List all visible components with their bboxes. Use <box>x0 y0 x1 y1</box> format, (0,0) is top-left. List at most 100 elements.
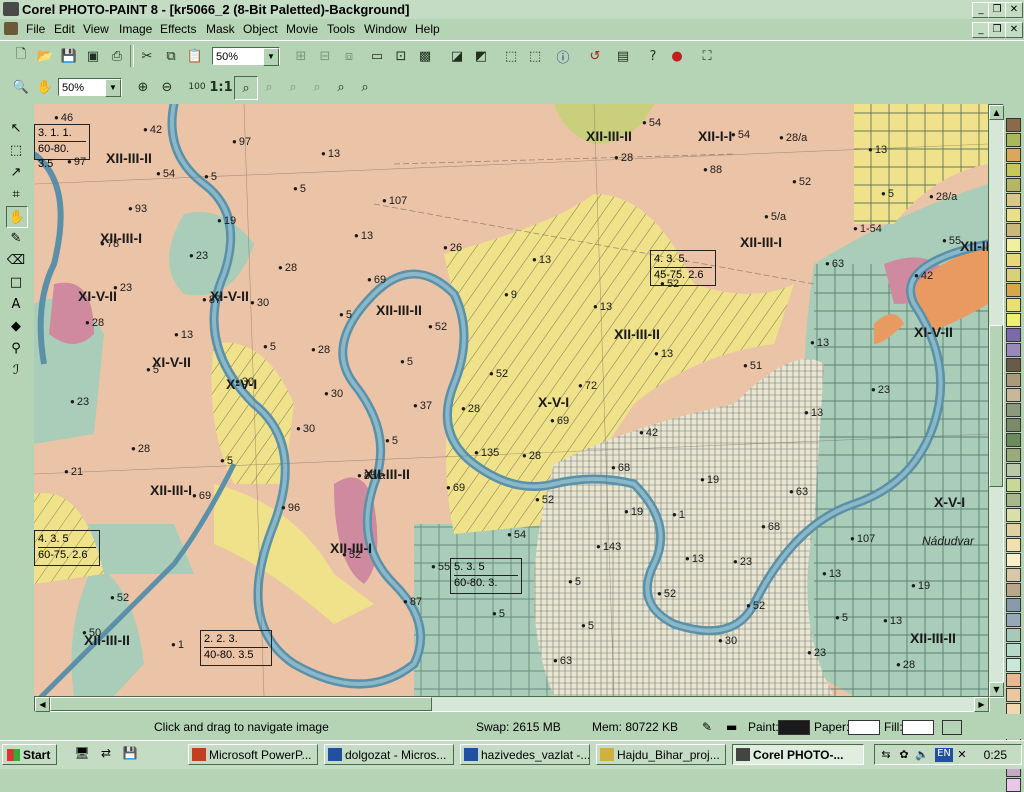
palette-swatch[interactable] <box>1006 463 1021 477</box>
image-properties-icon[interactable]: ▤ <box>612 45 634 67</box>
menu-file[interactable]: File <box>26 22 45 36</box>
menu-effects[interactable]: Effects <box>160 22 196 36</box>
scroll-left-arrow-icon[interactable]: ◀ <box>35 697 50 712</box>
effect-tool-icon[interactable]: ℐ <box>6 360 26 380</box>
palette-swatch[interactable] <box>1006 253 1021 267</box>
quick-launch-save-icon[interactable]: 💾 <box>122 746 138 762</box>
marquee-visible-icon[interactable]: ⬚ <box>500 45 522 67</box>
eraser-tool-icon[interactable]: ⌫ <box>6 250 26 270</box>
zoom-window-icon[interactable]: ⌕ <box>354 76 376 98</box>
pick-tool-icon[interactable]: ↖ <box>6 118 26 138</box>
menu-window[interactable]: Window <box>364 22 407 36</box>
mask-mode-icon[interactable] <box>942 720 962 735</box>
info-icon[interactable]: ⓘ <box>552 45 574 67</box>
palette-swatch[interactable] <box>1006 643 1021 657</box>
paint-color-swatch[interactable] <box>778 720 810 735</box>
eyedropper-tool-icon[interactable]: ✎ <box>6 228 26 248</box>
doc-close-button[interactable]: ✕ <box>1005 22 1023 38</box>
menu-help[interactable]: Help <box>415 22 440 36</box>
palette-swatch[interactable] <box>1006 343 1021 357</box>
export-icon[interactable]: ▣ <box>82 45 104 67</box>
menu-tools[interactable]: Tools <box>327 22 355 36</box>
new-file-icon[interactable]: 🗋 <box>10 45 32 67</box>
zoom-level-select-2[interactable]: 50% ▼ <box>58 78 122 97</box>
mask-transform-tool-icon[interactable]: ↗ <box>6 162 26 182</box>
cut-icon[interactable]: ✂ <box>136 45 158 67</box>
palette-swatch[interactable] <box>1006 403 1021 417</box>
object-group-icon[interactable]: ⊞ <box>290 45 312 67</box>
zoom-fit-icon[interactable]: ⌕ <box>234 76 258 100</box>
image-canvas[interactable]: XII-III-II XII-III-I XII-III-I XII-III-I… <box>34 104 988 696</box>
palette-swatch[interactable] <box>1006 283 1021 297</box>
palette-swatch[interactable] <box>1006 778 1021 792</box>
text-tool-icon[interactable]: A <box>6 294 26 314</box>
mask-rectangle-icon[interactable]: ▭ <box>366 45 388 67</box>
zoom-height-icon[interactable]: ⌕ <box>282 76 304 98</box>
full-screen-icon[interactable]: ⛶ <box>696 45 718 67</box>
palette-swatch[interactable] <box>1006 493 1021 507</box>
restore-button[interactable]: ❐ <box>988 2 1006 18</box>
app-icon[interactable] <box>3 2 19 16</box>
palette-swatch[interactable] <box>1006 208 1021 222</box>
hand-tool-icon[interactable]: ✋ <box>34 76 56 98</box>
paste-icon[interactable]: 📋 <box>184 45 206 67</box>
fill-tool-icon[interactable]: ◆ <box>6 316 26 336</box>
zoom-one-to-one-button[interactable]: 1:1 <box>209 76 232 98</box>
palette-swatch[interactable] <box>1006 508 1021 522</box>
palette-swatch[interactable] <box>1006 223 1021 237</box>
palette-swatch[interactable] <box>1006 673 1021 687</box>
palette-swatch[interactable] <box>1006 658 1021 672</box>
corel-tutor-icon[interactable]: ● <box>666 45 688 67</box>
copy-icon[interactable]: ⧉ <box>160 45 182 67</box>
palette-swatch[interactable] <box>1006 163 1021 177</box>
palette-swatch[interactable] <box>1006 268 1021 282</box>
palette-swatch[interactable] <box>1006 313 1021 327</box>
palette-swatch[interactable] <box>1006 178 1021 192</box>
tray-tool-icon[interactable]: ✕ <box>955 748 969 762</box>
palette-swatch[interactable] <box>1006 193 1021 207</box>
network-icon[interactable]: ⇆ <box>879 748 893 762</box>
context-help-icon[interactable]: ? <box>642 45 664 67</box>
paper-color-swatch[interactable] <box>848 720 880 735</box>
palette-swatch[interactable] <box>1006 583 1021 597</box>
zoom-image-icon[interactable]: ⌕ <box>330 76 352 98</box>
palette-swatch[interactable] <box>1006 433 1021 447</box>
fill-color-swatch[interactable] <box>902 720 934 735</box>
chevron-down-icon[interactable]: ▼ <box>105 79 121 97</box>
palette-swatch[interactable] <box>1006 418 1021 432</box>
palette-swatch[interactable] <box>1006 238 1021 252</box>
task-word-hazivedes[interactable]: hazivedes_vazlat -... <box>460 744 590 765</box>
show-desktop-icon[interactable]: 🖥 <box>74 746 90 762</box>
start-button[interactable]: Start <box>2 744 57 765</box>
palette-swatch[interactable] <box>1006 553 1021 567</box>
clone-tool-icon[interactable]: ⚲ <box>6 338 26 358</box>
scroll-right-arrow-icon[interactable]: ▶ <box>974 697 989 712</box>
palette-swatch[interactable] <box>1006 613 1021 627</box>
zoom-out-icon[interactable]: ⊖ <box>156 76 178 98</box>
horizontal-scrollbar[interactable]: ◀ ▶ <box>34 696 990 712</box>
task-word-dolgozat[interactable]: dolgozat - Micros... <box>324 744 454 765</box>
document-icon[interactable] <box>4 22 18 35</box>
open-folder-icon[interactable]: 📂 <box>34 45 56 67</box>
marquee-mode-icon[interactable]: ⬚ <box>524 45 546 67</box>
crop-tool-icon[interactable]: ⌗ <box>6 184 26 204</box>
zoom-width-icon[interactable]: ⌕ <box>258 76 280 98</box>
palette-swatch[interactable] <box>1006 568 1021 582</box>
chevron-down-icon[interactable]: ▼ <box>263 48 279 66</box>
menu-mask[interactable]: Mask <box>206 22 235 36</box>
palette-swatch[interactable] <box>1006 523 1021 537</box>
palette-swatch[interactable] <box>1006 298 1021 312</box>
menu-object[interactable]: Object <box>243 22 278 36</box>
mask-tool-icon[interactable]: ⬚ <box>6 140 26 160</box>
palette-swatch[interactable] <box>1006 688 1021 702</box>
print-icon[interactable]: ⎙ <box>106 45 128 67</box>
menu-view[interactable]: View <box>83 22 109 36</box>
palette-swatch[interactable] <box>1006 133 1021 147</box>
undo-icon[interactable]: ↺ <box>584 45 606 67</box>
palette-swatch[interactable] <box>1006 628 1021 642</box>
tray-app-icon[interactable]: ✿ <box>897 748 911 762</box>
mask-invert-icon[interactable]: ▩ <box>414 45 436 67</box>
palette-swatch[interactable] <box>1006 373 1021 387</box>
volume-icon[interactable]: 🔈 <box>915 748 929 762</box>
mask-transform-icon[interactable]: ⊡ <box>390 45 412 67</box>
